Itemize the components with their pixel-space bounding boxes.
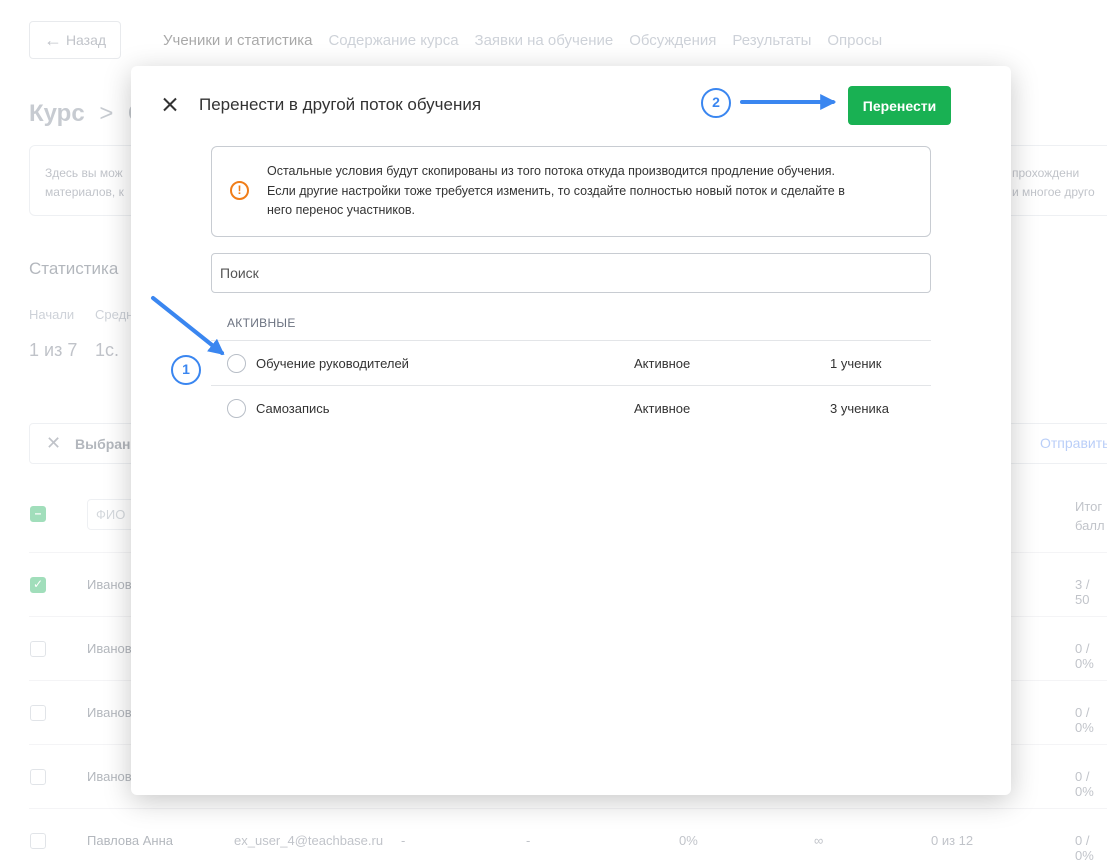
stream-name: Обучение руководителей — [256, 356, 409, 371]
search-input[interactable] — [211, 253, 931, 293]
breadcrumb-separator: > — [99, 100, 114, 127]
back-button[interactable]: ← Назад — [29, 21, 121, 59]
row-checkbox[interactable] — [30, 705, 46, 721]
close-icon[interactable] — [159, 94, 181, 116]
stream-status: Активное — [634, 401, 691, 416]
table-row-progress: 0% — [679, 833, 698, 848]
table-row-name: Иванов — [87, 705, 132, 720]
score-header-line-2: балл — [1075, 518, 1105, 533]
table-row-score: 0 / 0% — [1075, 769, 1094, 799]
stream-count: 3 ученика — [830, 401, 889, 416]
table-row-name: Иванов — [87, 577, 132, 592]
score-header: Итог балл — [1075, 497, 1105, 535]
info-text-left-1: Здесь вы мож — [45, 166, 123, 180]
tab-requests[interactable]: Заявки на обучение — [475, 32, 614, 49]
stat-value-average: 1с. — [95, 340, 120, 360]
score-header-line-1: Итог — [1075, 499, 1103, 514]
table-row-email: ex_user_4@teachbase.ru — [234, 833, 384, 848]
close-icon[interactable]: ✕ — [46, 433, 61, 454]
info-text-right-1: прохождени — [1012, 166, 1080, 180]
transfer-button[interactable]: Перенести — [848, 86, 951, 125]
row-checkbox[interactable] — [30, 641, 46, 657]
tab-students[interactable]: Ученики и статистика — [163, 32, 312, 49]
table-row-name: Иванов — [87, 641, 132, 656]
send-link[interactable]: Отправить — [1040, 435, 1107, 451]
row-checkbox[interactable] — [30, 833, 46, 849]
radio-button[interactable] — [227, 354, 246, 373]
stats-title: Статистика — [29, 259, 119, 278]
selected-label: Выбрано — [75, 436, 140, 452]
breadcrumb-course[interactable]: Курс — [29, 100, 85, 127]
alert-text: Остальные условия будут скопированы из т… — [267, 164, 845, 217]
info-text-right-2: и многое друго — [1012, 185, 1095, 199]
table-row-score: 0 / 0% — [1075, 833, 1094, 863]
arrow-left-icon: ← — [43, 29, 62, 50]
row-checkbox[interactable]: ✓ — [30, 577, 46, 593]
warning-alert: ! Остальные условия будут скопированы из… — [211, 146, 931, 237]
annotation-badge-2: 2 — [701, 88, 731, 118]
list-item[interactable]: Самозапись Активное 3 ученика — [211, 386, 931, 430]
breadcrumb: Курс > С — [29, 100, 145, 128]
transfer-modal: Перенести в другой поток обучения Перене… — [131, 66, 1011, 795]
select-all-checkbox[interactable]: – — [30, 506, 46, 522]
course-tabs: Ученики и статистика Содержание курса За… — [163, 32, 882, 49]
row-checkbox[interactable] — [30, 769, 46, 785]
table-row-score: 0 / 0% — [1075, 641, 1094, 671]
stream-count: 1 ученик — [830, 356, 882, 371]
table-row-count: 0 из 12 — [931, 833, 974, 848]
stream-name: Самозапись — [256, 401, 330, 416]
tab-results[interactable]: Результаты — [732, 32, 811, 49]
info-text-left-2: материалов, к — [45, 185, 124, 199]
warning-icon: ! — [230, 181, 249, 200]
list-item[interactable]: Обучение руководителей Активное 1 ученик — [211, 341, 931, 385]
table-row-name: Иванов — [87, 769, 132, 784]
back-button-label: Назад — [65, 32, 107, 48]
table-row-dash: - — [401, 833, 406, 848]
stat-value-started: 1 из 7 — [29, 340, 78, 360]
stat-label-started: Начали — [29, 307, 75, 322]
tab-polls[interactable]: Опросы — [827, 32, 882, 49]
tab-discussions[interactable]: Обсуждения — [629, 32, 716, 49]
stream-status: Активное — [634, 356, 691, 371]
stat-label-average: Средн — [95, 307, 134, 322]
table-row-dash: - — [526, 833, 531, 848]
table-row-infinity: ∞ — [814, 833, 824, 848]
annotation-badge-1: 1 — [171, 355, 201, 385]
table-row-score: 3 / 50 — [1075, 577, 1090, 607]
table-row-name: Павлова Анна — [87, 833, 174, 848]
modal-title: Перенести в другой поток обучения — [199, 95, 482, 114]
radio-button[interactable] — [227, 399, 246, 418]
tab-content[interactable]: Содержание курса — [328, 32, 458, 49]
section-label-active: АКТИВНЫЕ — [227, 316, 296, 330]
row-divider — [29, 808, 1107, 809]
table-row-score: 0 / 0% — [1075, 705, 1094, 735]
